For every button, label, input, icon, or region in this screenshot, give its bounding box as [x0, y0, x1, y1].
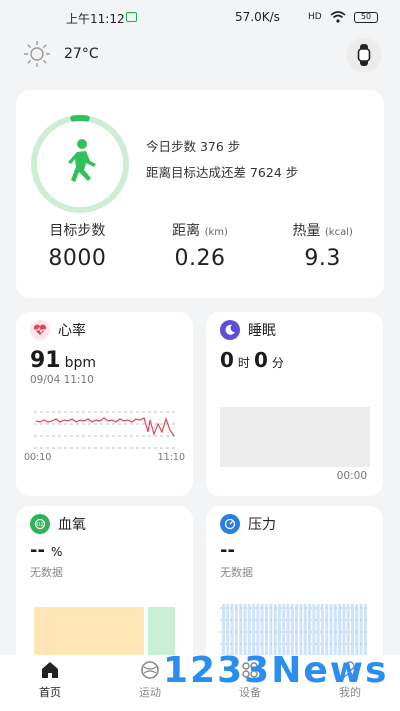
stat-unit: (kcal) [324, 227, 353, 238]
stat-value: 9.3 [304, 246, 341, 271]
sleep-minutes-unit: 分 [271, 356, 284, 370]
blood-oxygen-title: 血氧 [58, 517, 86, 533]
today-steps-text: 今日步数 376 步 [146, 139, 241, 154]
notification-icon [126, 12, 137, 22]
battery-icon: 50 [354, 12, 378, 23]
heart-rate-title: 心率 [58, 323, 86, 339]
stat-distance: 距离 (km) 0.26 [139, 220, 262, 271]
stress-title: 压力 [248, 517, 276, 533]
network-speed: 57.0K/s [235, 10, 280, 24]
stat-label: 热量 [292, 223, 321, 239]
tab-home[interactable]: 首页 [0, 655, 100, 711]
watch-button[interactable] [346, 38, 382, 72]
steps-card[interactable]: 今日步数 376 步 距离目标达成还差 7624 步 目标步数 8000 距离 … [16, 90, 384, 298]
svg-text:O2: O2 [36, 522, 43, 528]
blood-oxygen-nodata: 无数据 [30, 566, 63, 579]
heart-icon [30, 320, 50, 340]
stat-unit: (km) [204, 227, 228, 238]
heart-rate-axis-start: 00:10 [24, 452, 52, 463]
tab-label: 运动 [139, 686, 161, 699]
heart-rate-card[interactable]: 心率 91 bpm 09/04 11:10 00:10 11:10 [16, 312, 193, 496]
status-bar: 上午11:12 57.0K/s HD 50 [0, 0, 400, 34]
sleep-hours: 0 [220, 348, 234, 372]
status-time: 上午11:12 [66, 12, 125, 26]
steps-progress-arc [70, 115, 90, 122]
steps-stats: 目标步数 8000 距离 (km) 0.26 热量 (kcal) 9.3 [16, 220, 384, 271]
home-icon [42, 662, 58, 678]
signal-icon: HD [308, 12, 322, 22]
walking-icon [68, 139, 96, 182]
stress-value: -- [220, 540, 235, 561]
stat-value: 8000 [48, 246, 107, 271]
stress-card[interactable]: 压力 -- 无数据 [206, 506, 383, 666]
stress-nodata: 无数据 [220, 566, 253, 579]
tab-label: 首页 [39, 686, 61, 699]
sport-icon [141, 661, 159, 679]
heart-rate-chart [34, 411, 176, 449]
watch-icon [357, 44, 371, 66]
remaining-steps-text: 距离目标达成还差 7624 步 [146, 165, 299, 180]
stat-target-steps: 目标步数 8000 [16, 220, 139, 271]
blood-oxygen-unit: % [50, 545, 63, 559]
sleep-time-label: 00:00 [336, 470, 367, 482]
heart-rate-unit: bpm [64, 355, 97, 371]
blood-oxygen-value: -- [30, 540, 45, 561]
sleep-hours-unit: 时 [237, 356, 250, 370]
steps-progress-ring [31, 115, 129, 213]
blood-oxygen-card[interactable]: O2 血氧 --% 无数据 [16, 506, 193, 666]
stat-label: 目标步数 [49, 223, 106, 239]
sun-icon [24, 41, 50, 67]
heart-rate-axis-end: 11:10 [157, 452, 185, 463]
gauge-icon [220, 514, 240, 534]
watermark: 1233News [163, 650, 389, 691]
sleep-chart [220, 407, 370, 467]
moon-icon [220, 320, 240, 340]
heart-rate-value: 91 [30, 348, 61, 373]
oxygen-icon: O2 [30, 514, 50, 534]
sleep-title: 睡眠 [248, 323, 276, 339]
heart-rate-datetime: 09/04 11:10 [30, 374, 94, 386]
sleep-minutes: 0 [253, 348, 268, 372]
stat-value: 0.26 [174, 246, 226, 271]
sleep-card[interactable]: 睡眠 0时0分 00:00 [206, 312, 383, 496]
temperature-label: 27°C [64, 46, 99, 62]
heart-rate-line [35, 417, 175, 437]
stat-label: 距离 [172, 223, 201, 239]
stat-calories: 热量 (kcal) 9.3 [261, 220, 384, 271]
wifi-icon [330, 11, 346, 23]
weather-widget[interactable]: 27°C [22, 40, 99, 68]
